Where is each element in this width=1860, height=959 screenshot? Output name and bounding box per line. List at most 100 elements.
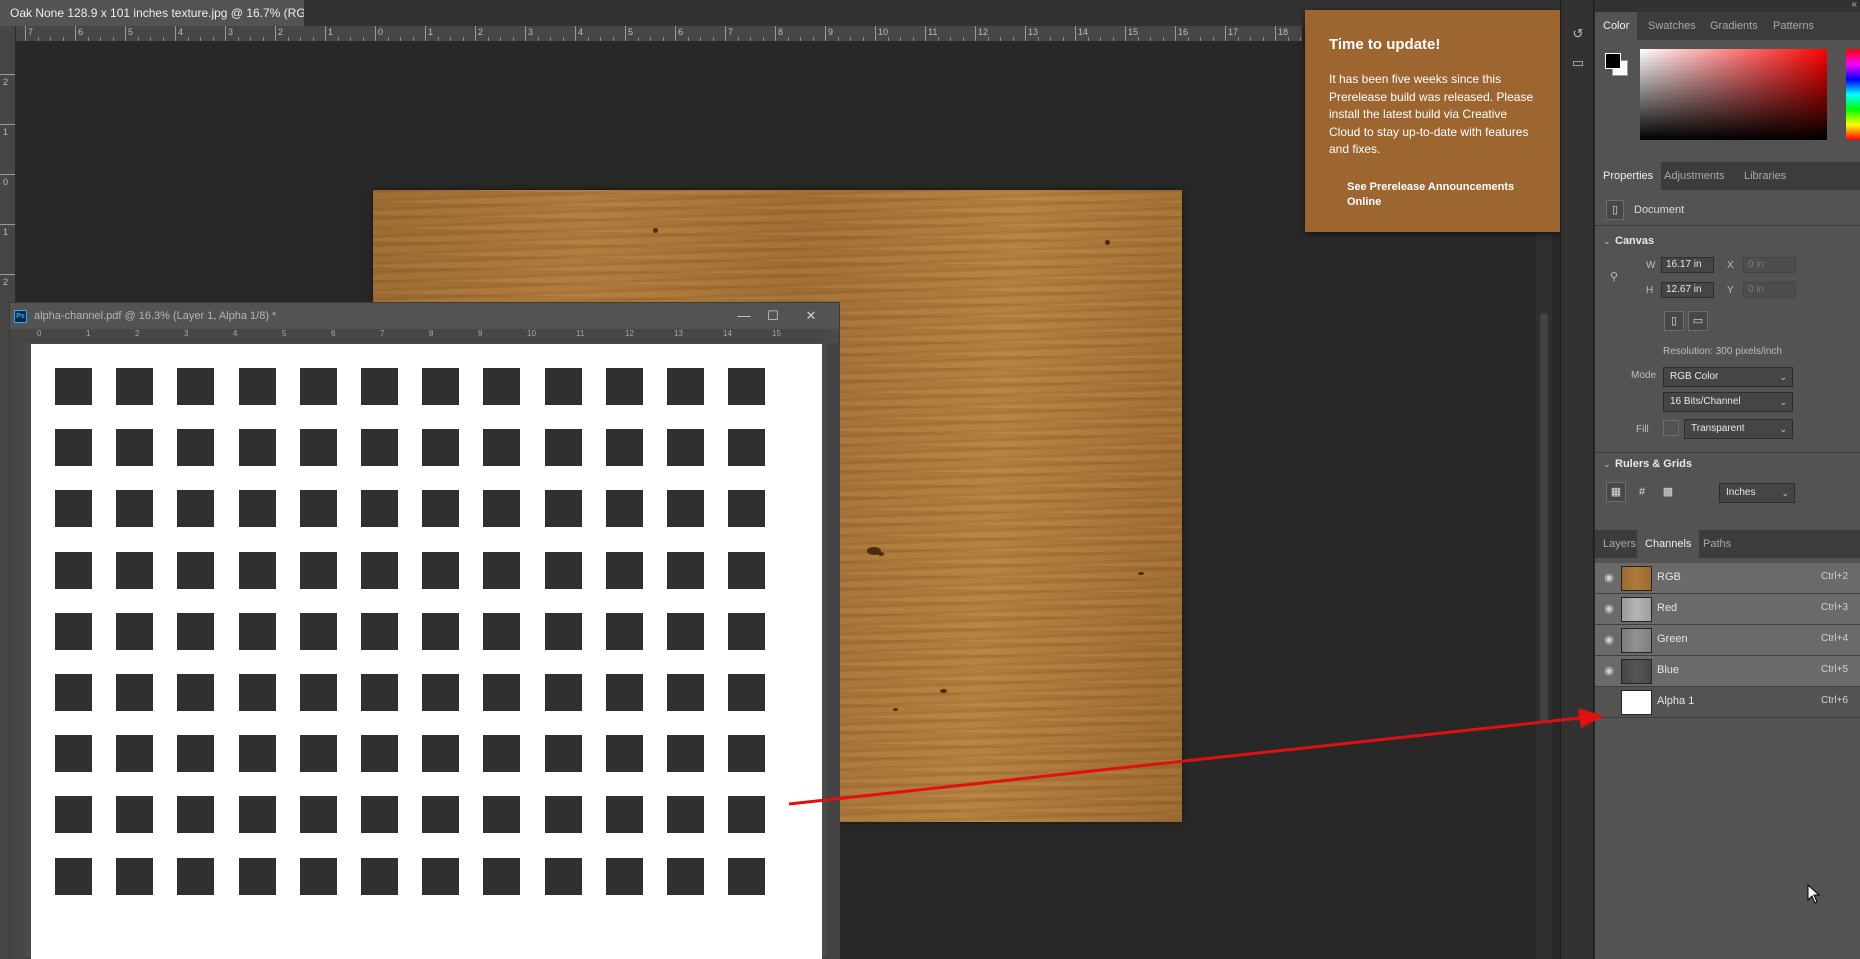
color-mode-dropdown[interactable]: RGB Color ⌄ (1663, 367, 1793, 387)
ruler-label: 5 (282, 329, 287, 338)
prerelease-announcements-link[interactable]: See Prerelease Announcements Online (1347, 180, 1537, 210)
alpha-square (361, 674, 398, 711)
ruler-label: 6 (78, 27, 84, 37)
ruler-minor-tick (1300, 37, 1301, 41)
panel-collapse-bar[interactable]: « (1595, 0, 1860, 12)
alpha-square (667, 490, 704, 528)
tab-patterns[interactable]: Patterns (1765, 12, 1822, 40)
rulers-grids-section-header[interactable]: ⌄ Rulers & Grids (1603, 458, 1692, 470)
history-icon[interactable]: ↺ (1570, 26, 1586, 42)
eye-icon[interactable]: ◉ (1601, 570, 1617, 586)
floating-vertical-ruler[interactable] (10, 329, 25, 959)
alpha-square (544, 490, 582, 528)
rulers-toggle-icon[interactable]: ▦ (1606, 482, 1626, 502)
portrait-orientation-button[interactable]: ▯ (1664, 311, 1684, 331)
ruler-label: 1 (3, 227, 9, 237)
ruler-label: 10 (878, 27, 889, 37)
eye-icon[interactable]: ◉ (1601, 601, 1617, 617)
tab-gradients[interactable]: Gradients (1702, 12, 1766, 40)
alpha-square (544, 551, 582, 589)
tab-paths[interactable]: Paths (1695, 530, 1739, 558)
fill-dropdown[interactable]: Transparent ⌄ (1684, 419, 1793, 439)
visibility-toggle[interactable] (1604, 697, 1615, 708)
grid-toggle-icon[interactable]: # (1632, 482, 1652, 502)
ruler-tick (0, 224, 15, 225)
ruler-tick (525, 26, 526, 41)
eye-icon[interactable]: ◉ (1601, 663, 1617, 679)
tab-channels[interactable]: Channels (1637, 530, 1700, 558)
alpha-square (544, 674, 582, 711)
channel-row-green[interactable]: ◉ Green Ctrl+4 (1595, 625, 1860, 656)
eye-icon[interactable]: ◉ (1601, 632, 1617, 648)
ruler-units-dropdown[interactable]: Inches ⌄ (1719, 483, 1795, 503)
comments-icon[interactable]: ▭ (1570, 55, 1586, 71)
ruler-minor-tick (1162, 37, 1164, 41)
ruler-minor-tick (737, 37, 739, 41)
hue-slider[interactable] (1846, 49, 1860, 140)
channel-row-red[interactable]: ◉ Red Ctrl+3 (1595, 594, 1860, 625)
landscape-orientation-button[interactable]: ▭ (1688, 311, 1708, 331)
channel-row-rgb[interactable]: ◉ RGB Ctrl+2 (1595, 563, 1860, 594)
document-tab[interactable]: Oak None 128.9 x 101 inches texture.jpg … (0, 0, 361, 26)
alpha-square (605, 796, 643, 834)
floating-horizontal-ruler[interactable]: 0 1 2 3 4 5 6 7 8 9 10 11 12 13 14 15 (25, 329, 823, 343)
alpha-square (728, 368, 766, 405)
canvas-height-field[interactable]: 12.67 in (1661, 282, 1714, 298)
scrollbar-thumb[interactable] (1540, 313, 1548, 723)
guides-toggle-icon[interactable]: ▩ (1658, 482, 1678, 502)
alpha-square (361, 490, 398, 528)
right-panel-dock: « Color Swatches Gradients Patterns Prop… (1595, 0, 1860, 959)
channel-row-alpha-1[interactable]: Alpha 1 Ctrl+6 (1595, 687, 1860, 718)
ruler-minor-tick (1000, 37, 1001, 41)
alpha-square (361, 735, 398, 773)
photoshop-icon: Ps (14, 310, 27, 323)
alpha-square (422, 551, 460, 589)
alpha-square (361, 857, 398, 895)
alpha-square (667, 674, 704, 711)
alpha-square (299, 490, 337, 528)
alpha-canvas[interactable] (31, 344, 822, 959)
tab-swatches[interactable]: Swatches (1640, 12, 1704, 40)
ruler-minor-tick (412, 37, 414, 41)
bit-depth-dropdown[interactable]: 16 Bits/Channel ⌄ (1663, 392, 1793, 412)
ruler-minor-tick (537, 37, 539, 41)
alpha-square (667, 857, 704, 895)
alpha-square (177, 612, 215, 650)
ruler-label: 0 (37, 329, 42, 338)
channel-row-blue[interactable]: ◉ Blue Ctrl+5 (1595, 656, 1860, 687)
ruler-tick (1075, 26, 1076, 41)
ruler-minor-tick (750, 37, 751, 41)
alpha-square (483, 551, 521, 589)
alpha-channel-document-window[interactable]: Ps alpha-channel.pdf @ 16.3% (Layer 1, A… (9, 302, 840, 959)
tab-properties[interactable]: Properties (1595, 162, 1662, 190)
alpha-square (116, 796, 154, 834)
link-dimensions-icon[interactable]: ⚲ (1610, 270, 1618, 283)
color-picker-field[interactable] (1640, 49, 1827, 140)
ruler-tick (1225, 26, 1226, 41)
alpha-square (116, 735, 154, 773)
floating-scrollbar[interactable] (827, 343, 840, 959)
canvas-section-header[interactable]: ⌄ Canvas (1603, 235, 1654, 247)
ruler-tick (0, 274, 15, 275)
fill-swatch[interactable] (1663, 420, 1679, 436)
minimize-button[interactable]: — (734, 307, 754, 325)
alpha-square (605, 490, 643, 528)
close-window-button[interactable]: ✕ (801, 307, 821, 325)
foreground-color-swatch[interactable] (1605, 53, 1621, 69)
channel-thumbnail (1621, 690, 1652, 715)
ruler-tick (0, 74, 15, 75)
mouse-cursor-icon (1807, 884, 1821, 904)
ruler-tick (1275, 26, 1276, 41)
tab-adjustments[interactable]: Adjustments (1656, 162, 1733, 190)
alpha-square (667, 429, 704, 467)
ruler-tick (1175, 26, 1176, 41)
photoshop-window: Oak None 128.9 x 101 inches texture.jpg … (0, 0, 1860, 959)
floating-window-titlebar[interactable]: Ps alpha-channel.pdf @ 16.3% (Layer 1, A… (10, 303, 839, 329)
tab-color[interactable]: Color (1595, 12, 1638, 40)
collapse-panels-icon[interactable]: « (1851, 0, 1857, 10)
canvas-width-field[interactable]: 16.17 in (1661, 257, 1714, 273)
tab-libraries[interactable]: Libraries (1736, 162, 1794, 190)
horizontal-ruler[interactable]: 7 6 5 4 3 2 1 0 1 2 3 4 5 6 7 8 9 10 11 12 13 14 15 16 17 18 (16, 26, 1302, 42)
maximize-button[interactable]: ☐ (763, 307, 783, 325)
ruler-minor-tick (937, 37, 939, 41)
